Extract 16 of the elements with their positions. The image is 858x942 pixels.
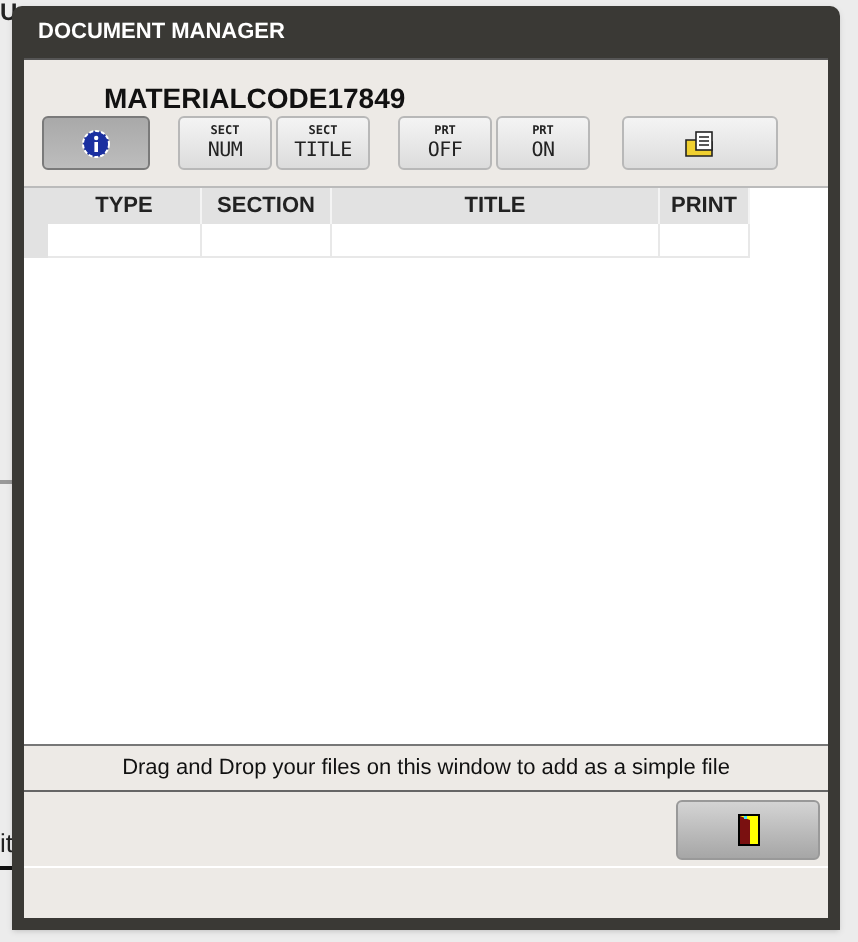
background-text: it — [0, 826, 13, 862]
window-title: DOCUMENT MANAGER — [38, 17, 285, 48]
column-header[interactable]: SECTION — [202, 188, 332, 224]
table-cell — [202, 224, 332, 258]
column-header[interactable]: PRINT — [660, 188, 750, 224]
column-header[interactable]: TYPE — [48, 188, 202, 224]
info-button[interactable] — [42, 116, 150, 170]
exit-button[interactable] — [676, 799, 820, 859]
add-document-button[interactable] — [622, 116, 778, 170]
drop-hint: Drag and Drop your files on this window to add as a simple file — [122, 753, 730, 784]
document-folder-icon — [684, 129, 716, 157]
column-header[interactable]: TITLE — [332, 188, 660, 224]
table-cell — [660, 224, 750, 258]
material-code: MATERIALCODE17849 — [104, 82, 406, 114]
exit-door-icon — [737, 813, 759, 845]
info-icon — [82, 129, 110, 157]
